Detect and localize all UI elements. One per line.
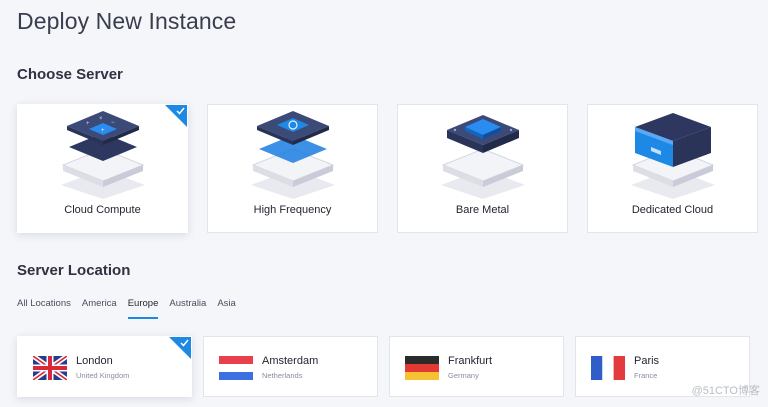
server-option-label: Dedicated Cloud [631, 204, 714, 216]
cloud-compute-server-icon: × − + + [60, 111, 145, 199]
location-option-frankfurt[interactable]: Frankfurt Germany [389, 336, 564, 397]
tab-all-locations[interactable]: All Locations [17, 298, 77, 319]
uk-flag-icon [33, 356, 67, 380]
tab-europe[interactable]: Europe [127, 298, 159, 319]
netherlands-flag-icon [219, 356, 253, 380]
tab-asia[interactable]: Asia [217, 298, 241, 319]
server-option-dedicated-cloud[interactable]: Dedicated Cloud [587, 104, 758, 233]
svg-text:×: × [99, 116, 103, 122]
server-option-label: High Frequency [253, 204, 332, 216]
server-option-label: Cloud Compute [64, 204, 141, 216]
bare-metal-server-icon [440, 115, 525, 199]
server-type-options: × − + + Cloud Compute High Frequency Bar… [17, 104, 758, 233]
location-city: London [76, 355, 113, 367]
location-options: London United Kingdom Amsterdam Netherla… [17, 336, 750, 397]
location-country: France [634, 371, 658, 380]
page-title: Deploy New Instance [17, 8, 237, 34]
svg-text:−: − [111, 120, 115, 126]
watermark: @51CTO博客 [691, 385, 760, 397]
location-city: Paris [634, 355, 660, 367]
choose-server-heading: Choose Server [17, 66, 123, 83]
svg-text:+: + [86, 121, 90, 127]
germany-flag-icon [405, 356, 439, 380]
server-option-label: Bare Metal [455, 204, 510, 216]
svg-text:+: + [101, 128, 105, 134]
high-frequency-server-icon [250, 111, 335, 199]
location-option-amsterdam[interactable]: Amsterdam Netherlands [203, 336, 378, 397]
dedicated-cloud-server-icon [630, 113, 715, 199]
server-location-heading: Server Location [17, 262, 131, 279]
location-country: Germany [448, 371, 479, 380]
server-option-bare-metal[interactable]: Bare Metal [397, 104, 568, 233]
selected-check-icon [169, 337, 191, 359]
location-tabs: All Locations America Europe Australia A… [17, 298, 247, 319]
tab-australia[interactable]: Australia [169, 298, 212, 319]
selected-check-icon [165, 105, 187, 127]
location-option-london[interactable]: London United Kingdom [17, 336, 192, 397]
location-country: Netherlands [262, 371, 303, 380]
server-option-high-frequency[interactable]: High Frequency [207, 104, 378, 233]
tab-america[interactable]: America [82, 298, 123, 319]
france-flag-icon [591, 356, 625, 380]
server-option-cloud-compute[interactable]: × − + + Cloud Compute [17, 104, 188, 233]
location-city: Amsterdam [262, 355, 319, 367]
location-city: Frankfurt [448, 355, 493, 367]
location-country: United Kingdom [76, 371, 130, 380]
